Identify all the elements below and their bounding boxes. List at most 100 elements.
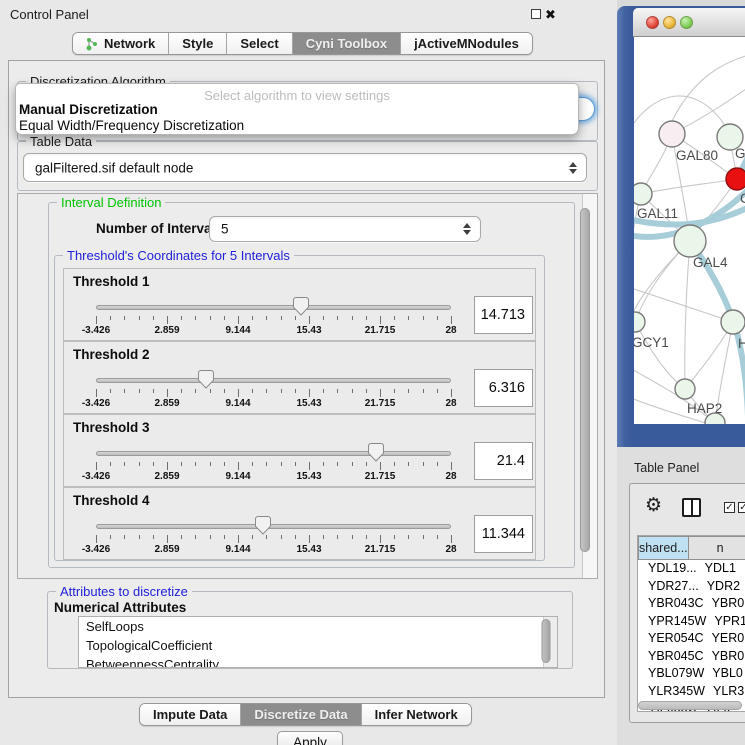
tick-mark (451, 316, 452, 324)
node-label: GAL4 (693, 255, 728, 270)
list-scrollbar[interactable] (543, 617, 557, 667)
algorithm-option[interactable]: Manual Discretization (19, 102, 158, 117)
apply-button[interactable]: Apply (277, 731, 343, 745)
algorithm-option[interactable]: Equal Width/Frequency Discretization (19, 118, 244, 133)
stepper-arrows-icon (463, 223, 471, 235)
number-of-intervals-combobox[interactable]: 5 (209, 216, 481, 242)
threshold-value-field[interactable]: 6.316 (474, 369, 533, 407)
slider-thumb[interactable] (255, 516, 271, 535)
network-node[interactable] (659, 121, 685, 147)
tick-mark (352, 535, 353, 539)
table-row[interactable]: YBR045CYBR0 (638, 648, 745, 666)
column-header[interactable]: shared... (638, 536, 689, 560)
threshold-slider[interactable]: -3.4262.8599.14415.4321.71528 (96, 518, 451, 558)
network-node[interactable] (721, 310, 745, 334)
attribute-item[interactable]: SelfLoops (79, 617, 557, 636)
tab-impute-data[interactable]: Impute Data (140, 704, 241, 725)
tick-mark (210, 535, 211, 539)
tab-select[interactable]: Select (227, 33, 292, 54)
tick-mark (252, 316, 253, 320)
attribute-item[interactable]: BetweennessCentrality (79, 655, 557, 668)
table-cell: YBR045C (638, 648, 704, 666)
tick-mark (252, 462, 253, 466)
network-node[interactable] (726, 168, 745, 190)
table-cell: YBL079W (638, 665, 704, 683)
vertical-scrollbar[interactable] (582, 194, 597, 578)
tick-mark (238, 389, 239, 397)
table-row[interactable]: YDL19...YDL1 (638, 560, 745, 578)
threshold-slider[interactable]: -3.4262.8599.14415.4321.71528 (96, 299, 451, 339)
threshold-value-field[interactable]: 14.713 (474, 296, 533, 334)
column-header[interactable]: n (689, 536, 745, 560)
tick-label: 21.715 (365, 325, 396, 336)
tick-label: 21.715 (365, 398, 396, 409)
scrollbar-thumb[interactable] (580, 208, 590, 552)
slider-track[interactable] (96, 524, 451, 529)
numerical-attributes-list[interactable]: SelfLoopsTopologicalCoefficientBetweenne… (78, 616, 558, 668)
tick-mark (110, 462, 111, 466)
table-row[interactable]: YBL079WYBL0 (638, 665, 745, 683)
tab-network[interactable]: Network (73, 33, 169, 54)
tick-mark (153, 316, 154, 320)
tick-mark (110, 535, 111, 539)
zoom-traffic-light-icon[interactable] (680, 16, 693, 29)
slider-track[interactable] (96, 305, 451, 310)
float-window-icon[interactable] (531, 9, 541, 19)
tab-cyni-toolbox[interactable]: Cyni Toolbox (293, 33, 401, 54)
threshold-slider[interactable]: -3.4262.8599.14415.4321.71528 (96, 372, 451, 412)
table-panel: ⚙ ✓ ✓ shared...n YDL19...YDL1YDR27...YDR… (629, 483, 745, 723)
tick-mark (337, 316, 338, 320)
tab-infer-network[interactable]: Infer Network (362, 704, 471, 725)
slider-thumb[interactable] (198, 370, 214, 389)
tick-mark (437, 389, 438, 393)
minimize-traffic-light-icon[interactable] (663, 16, 676, 29)
checkbox-icon[interactable]: ✓ (738, 502, 745, 513)
settings-scrollpane: Interval Definition Number of Intervals … (17, 193, 598, 579)
table-row[interactable]: YBR043CYBR0 (638, 595, 745, 613)
cyni-toolbox-pane: Discretization Algorithm Select algorith… (8, 60, 605, 698)
threshold-value-field[interactable]: 21.4 (474, 442, 533, 480)
tab-jactivemnodules[interactable]: jActiveMNodules (401, 33, 532, 54)
tick-label: 28 (445, 471, 456, 482)
tick-label: -3.426 (82, 544, 110, 555)
tab-discretize-data[interactable]: Discretize Data (241, 704, 361, 725)
horizontal-scrollbar[interactable] (638, 701, 742, 710)
table-row[interactable]: YER054CYER0 (638, 630, 745, 648)
network-node[interactable] (634, 183, 652, 205)
node-table[interactable]: shared...n YDL19...YDL1YDR27...YDR2YBR04… (637, 535, 745, 712)
numerical-attributes-label: Numerical Attributes (54, 600, 186, 615)
list-scrollbar-thumb[interactable] (542, 619, 551, 663)
close-icon[interactable]: ✖ (545, 9, 556, 21)
tab-label: Infer Network (375, 707, 458, 722)
threshold-row: Threshold 4-3.4262.8599.14415.4321.71528… (63, 487, 536, 560)
number-of-intervals-value: 5 (221, 222, 229, 237)
slider-thumb[interactable] (368, 443, 384, 462)
network-canvas[interactable]: GAL80GAGAL11CGAL4GCY1HHAP2 (634, 37, 745, 424)
tick-mark (451, 462, 452, 470)
tick-mark (366, 389, 367, 393)
panel-title: Control Panel (10, 7, 89, 22)
slider-track[interactable] (96, 378, 451, 383)
split-columns-icon[interactable] (682, 498, 701, 517)
table-cell: YER0 (704, 630, 745, 648)
table-row[interactable]: YDR27...YDR2 (638, 578, 745, 596)
attribute-item[interactable]: TopologicalCoefficient (79, 636, 557, 655)
tick-mark (238, 462, 239, 470)
tab-style[interactable]: Style (169, 33, 227, 54)
threshold-slider[interactable]: -3.4262.8599.14415.4321.71528 (96, 445, 451, 485)
network-node[interactable] (674, 225, 706, 257)
network-node[interactable] (675, 379, 695, 399)
slider-thumb[interactable] (293, 297, 309, 316)
close-traffic-light-icon[interactable] (646, 16, 659, 29)
table-data-combobox[interactable]: galFiltered.sif default node (23, 153, 587, 182)
table-row[interactable]: YLR345WYLR3 (638, 683, 745, 701)
table-row[interactable]: YPR145WYPR1 (638, 613, 745, 631)
tick-mark (423, 389, 424, 393)
checkbox-icon[interactable]: ✓ (724, 502, 735, 513)
slider-track[interactable] (96, 451, 451, 456)
threshold-value-field[interactable]: 11.344 (474, 515, 533, 553)
gear-icon[interactable]: ⚙ (645, 496, 662, 515)
tick-mark (281, 535, 282, 539)
number-of-intervals-label: Number of Intervals (96, 221, 223, 236)
network-node[interactable] (634, 312, 645, 332)
